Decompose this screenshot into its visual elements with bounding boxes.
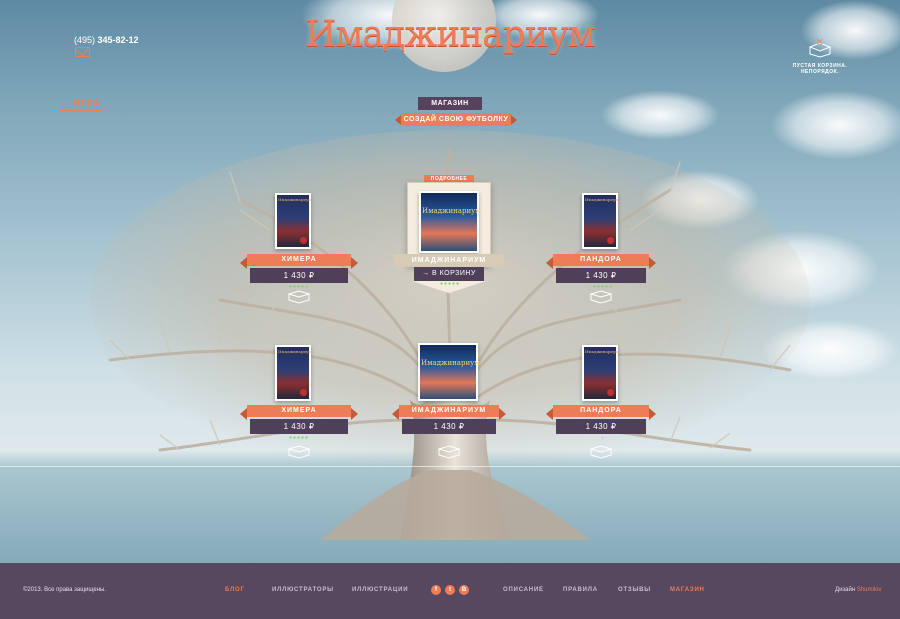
footer-nav-rules[interactable]: ПРАВИЛА bbox=[563, 587, 598, 593]
cover-badge bbox=[300, 237, 307, 244]
box-icon[interactable] bbox=[288, 445, 310, 459]
rating-dots: ↓ bbox=[601, 435, 605, 441]
blog-icon[interactable]: B bbox=[459, 585, 469, 595]
rating-dots: ●●●●● bbox=[288, 435, 310, 441]
add-to-cart-button[interactable]: → В КОРЗИНУ bbox=[414, 267, 484, 281]
product-cover[interactable]: Имаджинариум bbox=[275, 193, 312, 249]
product-cover[interactable]: Имаджинариум bbox=[582, 345, 619, 401]
product-name: ХИМЕРА bbox=[240, 254, 358, 269]
cart-status-line2: НЕПОРЯДОК. bbox=[800, 69, 840, 75]
cover-badge bbox=[300, 389, 307, 396]
box-icon[interactable] bbox=[438, 445, 460, 459]
product-price: 1 430 ₽ bbox=[250, 268, 348, 283]
box-icon[interactable] bbox=[590, 445, 612, 459]
cover-title: Имаджинариум bbox=[421, 359, 480, 367]
add-to-cart-label: В КОРЗИНУ bbox=[432, 270, 476, 277]
product-price: 1 430 ₽ bbox=[250, 419, 348, 434]
cover-title: Имаджинариум bbox=[585, 349, 619, 354]
product-name: ПАНДОРА bbox=[546, 254, 656, 269]
footer-nav-illustrators[interactable]: ИЛЛЮСТРАТОРЫ bbox=[272, 587, 334, 593]
hero-scene: Имаджинариум (495) 345-82-12 ← ИГРА ✕ ПУ… bbox=[0, 0, 900, 563]
featured-product-name: ИМАДЖИНАРИУМ bbox=[394, 254, 504, 267]
product-name: ИМАДЖИНАРИУМ bbox=[392, 405, 506, 420]
featured-product-cover: Имаджинариум bbox=[419, 191, 481, 253]
product-name: ПАНДОРА bbox=[546, 405, 656, 420]
cover-title: Имаджинариум bbox=[278, 349, 312, 354]
product-price: 1 430 ₽ bbox=[556, 268, 646, 283]
cover-title: Имаджинариум bbox=[585, 197, 619, 202]
copyright: ©2013. Все права защищены. bbox=[23, 587, 107, 593]
product-cover[interactable]: Имаджинариум bbox=[418, 343, 480, 401]
cover-badge bbox=[607, 389, 614, 396]
rating-dots: ●●●●● bbox=[439, 281, 461, 287]
horizon-line bbox=[0, 466, 900, 467]
cart-widget[interactable]: ✕ ПУСТАЯ КОРЗИНА. НЕПОРЯДОК. bbox=[785, 37, 855, 75]
footer-nav-blog[interactable]: БЛОГ bbox=[225, 587, 245, 593]
cover-badge bbox=[607, 237, 614, 244]
product-cover[interactable]: Имаджинариум bbox=[582, 193, 619, 249]
close-icon: ✕ bbox=[816, 37, 824, 47]
site-logo[interactable]: Имаджинариум bbox=[300, 14, 600, 55]
back-link-label: ИГРА bbox=[73, 98, 101, 108]
footer-nav-illustrations[interactable]: ИЛЛЮСТРАЦИИ bbox=[352, 587, 408, 593]
box-icon[interactable] bbox=[590, 290, 612, 304]
phone-main: 345-82-12 bbox=[97, 35, 139, 45]
designer-link[interactable]: Shumilov bbox=[857, 587, 882, 593]
product-price: 1 430 ₽ bbox=[556, 419, 646, 434]
tab-shop[interactable]: МАГАЗИН bbox=[418, 97, 482, 110]
box-icon[interactable] bbox=[288, 290, 310, 304]
footer-nav-reviews[interactable]: ОТЗЫВЫ bbox=[618, 587, 651, 593]
facebook-icon[interactable]: f bbox=[431, 585, 441, 595]
mail-icon[interactable] bbox=[75, 47, 90, 57]
footer-nav-description[interactable]: ОПИСАНИЕ bbox=[503, 587, 544, 593]
product-cover[interactable]: Имаджинариум bbox=[275, 345, 312, 401]
design-credit: Дизайн Shumilov bbox=[835, 587, 882, 593]
product-price: 1 430 ₽ bbox=[402, 419, 496, 434]
design-label: Дизайн bbox=[835, 587, 856, 593]
back-to-game-link[interactable]: ← ИГРА bbox=[60, 98, 101, 111]
twitter-icon[interactable]: t bbox=[445, 585, 455, 595]
cover-title: Имаджинариум bbox=[422, 207, 481, 215]
cover-title: Имаджинариум bbox=[278, 197, 312, 202]
footer-nav-shop[interactable]: МАГАЗИН bbox=[670, 587, 705, 593]
footer: ©2013. Все права защищены. БЛОГ ИЛЛЮСТРА… bbox=[0, 563, 900, 619]
product-name: ХИМЕРА bbox=[240, 405, 358, 420]
tab-create-tshirt[interactable]: СОЗДАЙ СВОЮ ФУТБОЛКУ bbox=[395, 113, 517, 126]
